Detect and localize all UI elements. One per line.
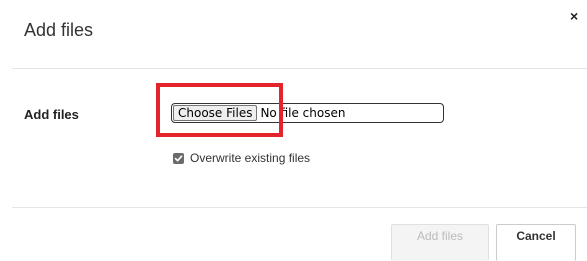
cancel-button-label: Cancel	[516, 229, 556, 243]
add-files-dialog: Add files × Add files Choose Files No fi…	[0, 0, 587, 261]
cancel-button[interactable]: Cancel	[496, 224, 576, 261]
footer: Add files Cancel	[0, 0, 587, 261]
add-files-button-label: Add files	[416, 229, 464, 243]
add-files-button[interactable]: Add files	[391, 224, 489, 261]
